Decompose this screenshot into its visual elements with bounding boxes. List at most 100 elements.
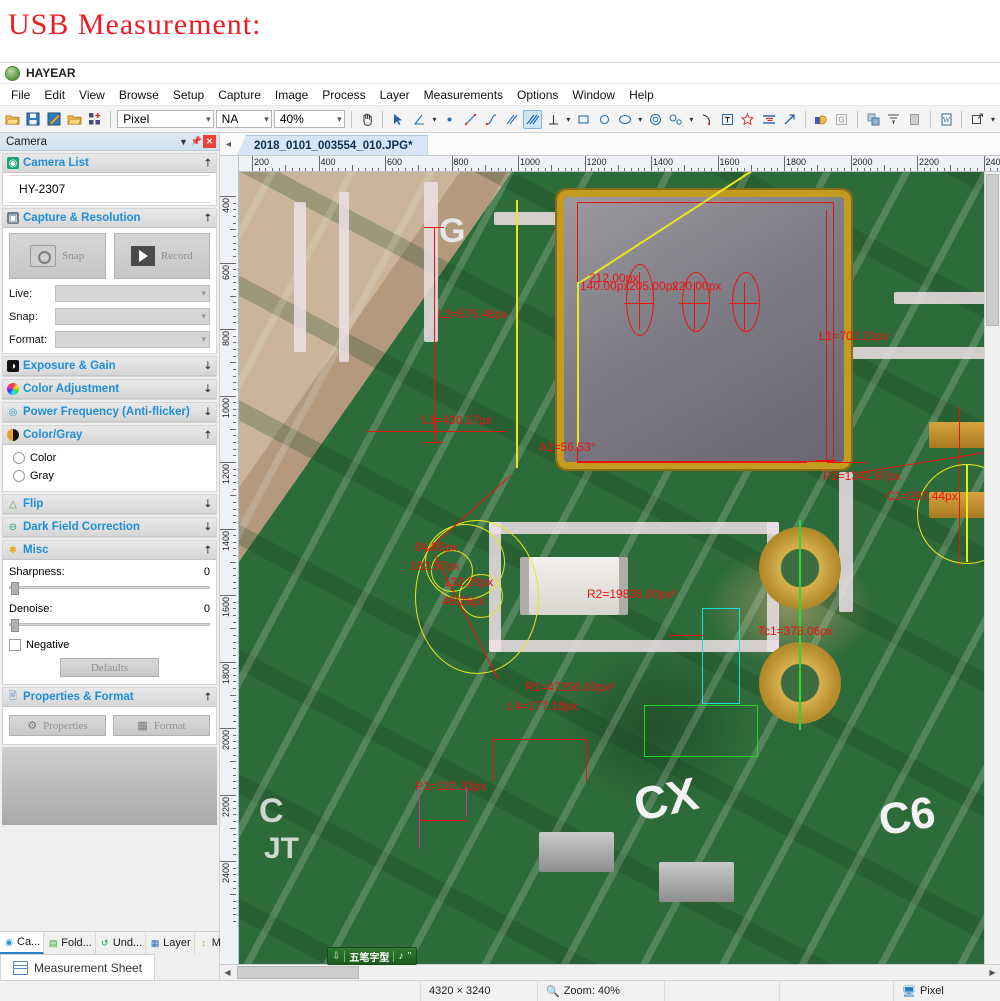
scroll-track[interactable]	[235, 965, 985, 980]
chevron-up-icon[interactable]: ⇡	[204, 430, 212, 441]
record-button[interactable]: Record	[114, 233, 211, 279]
menu-item-view[interactable]: View	[72, 86, 112, 104]
dock-menu-icon[interactable]: ▼	[177, 135, 190, 148]
rectangle-icon[interactable]	[574, 110, 593, 129]
delete-icon[interactable]	[905, 110, 924, 129]
menu-item-edit[interactable]: Edit	[37, 86, 72, 104]
save-icon[interactable]	[24, 110, 43, 129]
group-header-flip[interactable]: △ Flip ⇣	[3, 495, 216, 514]
negative-checkbox-row[interactable]: Negative	[9, 639, 210, 651]
chevron-up-icon[interactable]: ⇡	[204, 692, 212, 703]
word-export-icon[interactable]: W	[937, 110, 956, 129]
export-icon[interactable]	[968, 110, 987, 129]
point-icon[interactable]	[440, 110, 459, 129]
group-header-color-gray[interactable]: Color/Gray ⇡	[3, 426, 216, 445]
slider-knob[interactable]	[11, 619, 19, 632]
chevron-down-icon[interactable]: ⇣	[204, 384, 212, 395]
image-canvas[interactable]: CX C6 C JT G	[239, 172, 984, 964]
snap-resolution-combo[interactable]: ▾	[55, 308, 210, 325]
star-icon[interactable]	[739, 110, 758, 129]
g-icon[interactable]: G	[832, 110, 851, 129]
chevron-up-icon[interactable]: ⇡	[204, 545, 212, 556]
group-header-properties-format[interactable]: 🖹 Properties & Format ⇡	[3, 688, 216, 707]
ime-punct-icon[interactable]: ’’	[407, 951, 411, 962]
chevron-down-icon[interactable]: ⇣	[204, 361, 212, 372]
menu-item-window[interactable]: Window	[565, 86, 622, 104]
layer-icon[interactable]	[864, 110, 883, 129]
chevron-down-icon[interactable]: ⇣	[204, 407, 212, 418]
chevron-down-icon[interactable]: ⇣	[204, 522, 212, 533]
sharpness-slider[interactable]	[9, 582, 210, 593]
menu-item-file[interactable]: File	[4, 86, 37, 104]
tab-measurement-sheet[interactable]: Measurement Sheet	[0, 954, 155, 980]
zoom-combo[interactable]: 40% ▾	[274, 110, 345, 128]
perpendicular-icon[interactable]	[544, 110, 563, 129]
close-icon[interactable]: ✕	[203, 135, 216, 148]
menu-item-layer[interactable]: Layer	[373, 86, 417, 104]
ime-label[interactable]: 五笔字型	[349, 949, 389, 964]
menu-item-measurements[interactable]: Measurements	[417, 86, 510, 104]
hatch-lines-icon[interactable]	[523, 110, 542, 129]
angle-icon[interactable]	[410, 110, 429, 129]
unit-combo[interactable]: Pixel ▾	[117, 110, 213, 128]
dock-tab-1[interactable]: ▤Fold...	[44, 932, 96, 954]
dock-tab-0[interactable]: ◉Ca...	[0, 932, 44, 954]
menu-item-process[interactable]: Process	[315, 86, 372, 104]
browse-folder-icon[interactable]	[65, 110, 84, 129]
chevron-down-icon[interactable]: ▾	[636, 110, 644, 129]
group-header-camera-list[interactable]: ◉ Camera List ⇡	[3, 154, 216, 173]
chevron-up-icon[interactable]: ⇡	[204, 213, 212, 224]
ellipse-icon[interactable]	[616, 110, 635, 129]
chevron-down-icon[interactable]: ⇣	[204, 499, 212, 510]
arrow-icon[interactable]	[780, 110, 799, 129]
scroll-thumb[interactable]	[237, 966, 359, 979]
circle-icon[interactable]	[595, 110, 614, 129]
scroll-thumb[interactable]	[986, 174, 999, 326]
menu-item-setup[interactable]: Setup	[166, 86, 211, 104]
chevron-down-icon[interactable]: ▾	[431, 110, 439, 129]
hand-tool-icon[interactable]	[812, 110, 831, 129]
two-circle-icon[interactable]	[667, 110, 686, 129]
camera-device-item[interactable]: HY-2307	[9, 175, 210, 203]
defaults-button[interactable]: Defaults	[60, 658, 159, 677]
radio-gray[interactable]: Gray	[9, 467, 210, 485]
group-header-dark-field[interactable]: ⊖ Dark Field Correction ⇣	[3, 518, 216, 537]
snap-button[interactable]: Snap	[9, 233, 106, 279]
text-icon[interactable]	[718, 110, 737, 129]
curve-line-icon[interactable]	[482, 110, 501, 129]
document-tab[interactable]: 2018_0101_003554_010.JPG*	[237, 135, 428, 155]
arc-icon[interactable]	[697, 110, 716, 129]
ime-toolbar[interactable]: ⇩ 五笔字型 ♪ ’’	[327, 947, 417, 965]
group-header-color-adjustment[interactable]: Color Adjustment ⇣	[3, 380, 216, 399]
scale-bar-icon[interactable]	[759, 110, 778, 129]
chevron-down-icon[interactable]: ▾	[989, 110, 997, 129]
format-combo[interactable]: ▾	[55, 331, 210, 348]
menu-item-browse[interactable]: Browse	[112, 86, 166, 104]
menu-item-options[interactable]: Options	[510, 86, 565, 104]
group-header-misc[interactable]: ✱ Misc ⇡	[3, 541, 216, 560]
parallel-lines-icon[interactable]	[502, 110, 521, 129]
chevron-up-icon[interactable]: ⇡	[204, 158, 212, 169]
menu-item-help[interactable]: Help	[622, 86, 661, 104]
dock-tab-2[interactable]: ↺Und...	[96, 932, 146, 954]
group-header-capture-resolution[interactable]: ▣ Capture & Resolution ⇡	[3, 209, 216, 228]
line-icon[interactable]	[461, 110, 480, 129]
live-resolution-combo[interactable]: ▾	[55, 285, 210, 302]
chevron-down-icon[interactable]: ▾	[687, 110, 695, 129]
ime-mode-icon[interactable]: ⇩	[332, 951, 340, 962]
pan-hand-icon[interactable]	[358, 110, 377, 129]
scroll-right-icon[interactable]: ▶	[985, 965, 1000, 980]
scroll-left-icon[interactable]: ◀	[220, 965, 235, 980]
align-icon[interactable]	[885, 110, 904, 129]
arrow-select-icon[interactable]	[389, 110, 408, 129]
denoise-slider[interactable]	[9, 619, 210, 630]
calibration-combo[interactable]: NA ▾	[216, 110, 272, 128]
dock-tab-3[interactable]: ▦Layer	[146, 932, 195, 954]
group-header-power-frequency[interactable]: ◎ Power Frequency (Anti-flicker) ⇣	[3, 403, 216, 422]
checkbox-icon[interactable]	[9, 639, 21, 651]
save-as-icon[interactable]	[44, 110, 63, 129]
format-button[interactable]: ▦ Format	[113, 715, 210, 736]
ime-moon-icon[interactable]: ♪	[398, 951, 403, 962]
chevron-down-icon[interactable]: ▾	[564, 110, 572, 129]
radio-color[interactable]: Color	[9, 449, 210, 467]
